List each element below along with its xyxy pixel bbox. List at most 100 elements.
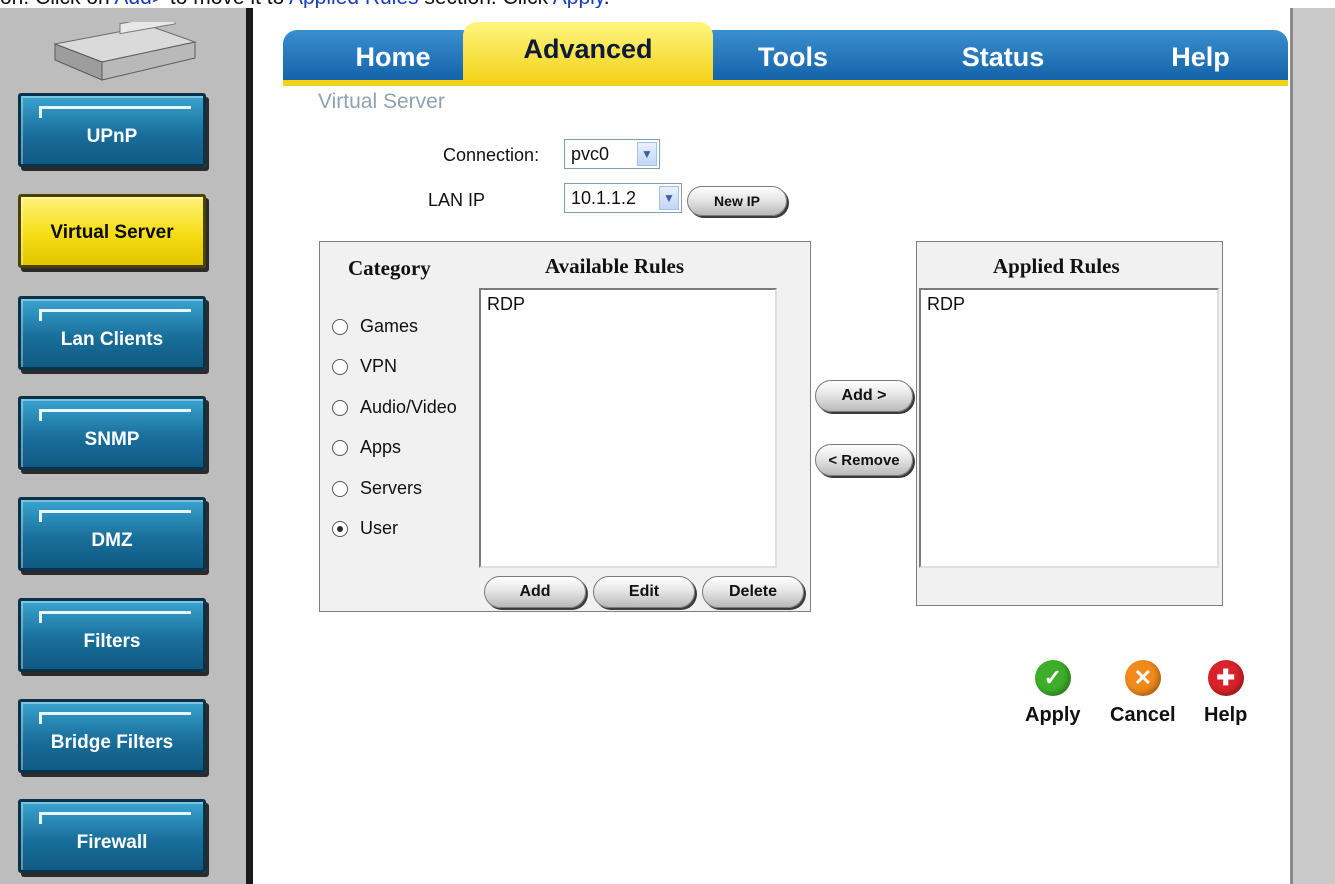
sidebar-item-dmz[interactable]: DMZ	[18, 497, 206, 571]
sidebar-divider	[246, 8, 253, 884]
sidebar-item-label: SNMP	[84, 429, 140, 450]
cancel-x-icon[interactable]: ✕	[1124, 660, 1161, 696]
tab-label: Status	[961, 42, 1045, 72]
category-apps[interactable]: Apps	[332, 437, 401, 458]
button-highlight	[39, 106, 191, 109]
main-content: Home Advanced Tools Status Help Virtual …	[253, 8, 1290, 884]
list-item[interactable]: RDP	[487, 294, 769, 315]
radio-label: VPN	[360, 356, 398, 376]
sidebar-item-virtual-server[interactable]: Virtual Server	[18, 194, 206, 268]
button-highlight	[39, 106, 42, 118]
available-rules-list[interactable]: RDP	[479, 288, 777, 568]
category-audio-video[interactable]: Audio/Video	[332, 397, 457, 418]
caption-strip: on. Click on Add> to move it to Applied …	[0, 0, 1335, 8]
sidebar-item-label: UPnP	[86, 126, 138, 147]
radio-user[interactable]	[332, 520, 348, 537]
cancel-label: Cancel	[1110, 704, 1176, 726]
rules-panel: Category Available Rules Games VPN Audio…	[319, 241, 811, 612]
new-ip-button[interactable]: New IP	[687, 186, 787, 216]
remove-from-applied-button[interactable]: < Remove	[815, 444, 913, 476]
applied-rules-heading: Applied Rules	[993, 254, 1120, 278]
chevron-down-icon[interactable]: ▼	[659, 186, 679, 210]
radio-apps[interactable]	[332, 439, 348, 456]
applied-rules-list[interactable]: RDP	[919, 288, 1219, 568]
tab-label: Help	[1171, 42, 1230, 72]
tab-underline	[283, 80, 1288, 86]
tab-label: Home	[355, 42, 431, 72]
button-highlight	[39, 812, 42, 824]
button-highlight	[39, 712, 42, 724]
connection-value: pvc0	[571, 143, 610, 164]
tab-tools[interactable]: Tools	[713, 30, 873, 82]
page-title: Virtual Server	[318, 90, 445, 113]
category-vpn[interactable]: VPN	[332, 356, 397, 377]
connection-label: Connection:	[443, 145, 540, 165]
sidebar-item-label: DMZ	[91, 530, 133, 551]
apply-action[interactable]: ✓ Apply	[1025, 660, 1081, 727]
delete-rule-button[interactable]: Delete	[702, 576, 804, 608]
radio-label: User	[360, 518, 399, 538]
sidebar-item-upnp[interactable]: UPnP	[18, 93, 206, 167]
window-scrollbar-area	[1290, 8, 1335, 884]
add-to-applied-button[interactable]: Add >	[815, 380, 913, 412]
tab-label: Advanced	[523, 34, 653, 64]
radio-label: Servers	[360, 478, 423, 498]
instruction-caption: on. Click on Add> to move it to Applied …	[0, 0, 610, 8]
category-games[interactable]: Games	[332, 316, 418, 337]
button-highlight	[39, 309, 191, 312]
radio-vpn[interactable]	[332, 358, 348, 375]
radio-games[interactable]	[332, 318, 348, 335]
category-user[interactable]: User	[332, 518, 398, 539]
sidebar-item-label: Lan Clients	[60, 329, 164, 350]
radio-label: Audio/Video	[360, 397, 457, 417]
lan-ip-label: LAN IP	[428, 190, 486, 210]
sidebar-item-label: Filters	[83, 631, 141, 652]
help-label: Help	[1204, 704, 1248, 726]
lan-ip-select[interactable]: 10.1.1.2 ▼	[564, 183, 682, 213]
button-highlight	[39, 812, 191, 815]
sidebar: UPnP Virtual Server Lan Clients SNMP DMZ…	[0, 8, 246, 884]
button-highlight	[39, 409, 191, 412]
button-highlight	[39, 510, 42, 522]
plus-help-icon[interactable]: ✚	[1207, 660, 1244, 696]
lan-ip-value: 10.1.1.2	[571, 187, 637, 208]
checkmark-icon[interactable]: ✓	[1034, 660, 1071, 696]
router-device-icon	[53, 22, 197, 81]
category-servers[interactable]: Servers	[332, 478, 422, 499]
cancel-action[interactable]: ✕ Cancel	[1110, 660, 1176, 727]
radio-label: Apps	[360, 437, 402, 457]
connection-select[interactable]: pvc0 ▼	[564, 139, 660, 169]
button-highlight	[39, 611, 42, 623]
radio-audio-video[interactable]	[332, 399, 348, 416]
top-nav: Home Advanced Tools Status Help	[283, 22, 1288, 88]
tab-help[interactable]: Help	[1113, 30, 1288, 82]
radio-servers[interactable]	[332, 480, 348, 497]
button-highlight	[39, 712, 191, 715]
sidebar-item-lan-clients[interactable]: Lan Clients	[18, 296, 206, 370]
category-heading: Category	[348, 256, 431, 280]
help-action[interactable]: ✚ Help	[1204, 660, 1247, 727]
button-highlight	[39, 409, 42, 421]
button-highlight	[39, 309, 42, 321]
tab-home[interactable]: Home	[323, 30, 463, 82]
sidebar-item-bridge-filters[interactable]: Bridge Filters	[18, 699, 206, 773]
edit-rule-button[interactable]: Edit	[593, 576, 695, 608]
available-rules-heading: Available Rules	[545, 254, 685, 278]
button-highlight	[39, 510, 191, 513]
sidebar-item-filters[interactable]: Filters	[18, 598, 206, 672]
sidebar-item-firewall[interactable]: Firewall	[18, 799, 206, 873]
tab-label: Tools	[758, 42, 828, 72]
chevron-down-icon[interactable]: ▼	[637, 142, 657, 166]
applied-rules-panel: Applied Rules RDP	[916, 241, 1223, 606]
sidebar-item-label: Firewall	[76, 832, 148, 853]
sidebar-item-label: Bridge Filters	[50, 732, 174, 753]
radio-label: Games	[360, 316, 419, 336]
apply-label: Apply	[1025, 704, 1081, 726]
tab-status[interactable]: Status	[903, 30, 1103, 82]
sidebar-item-snmp[interactable]: SNMP	[18, 396, 206, 470]
add-rule-button[interactable]: Add	[484, 576, 586, 608]
button-highlight	[39, 611, 191, 614]
tab-advanced[interactable]: Advanced	[463, 22, 713, 82]
sidebar-item-label: Virtual Server	[50, 222, 174, 243]
list-item[interactable]: RDP	[927, 294, 1211, 315]
